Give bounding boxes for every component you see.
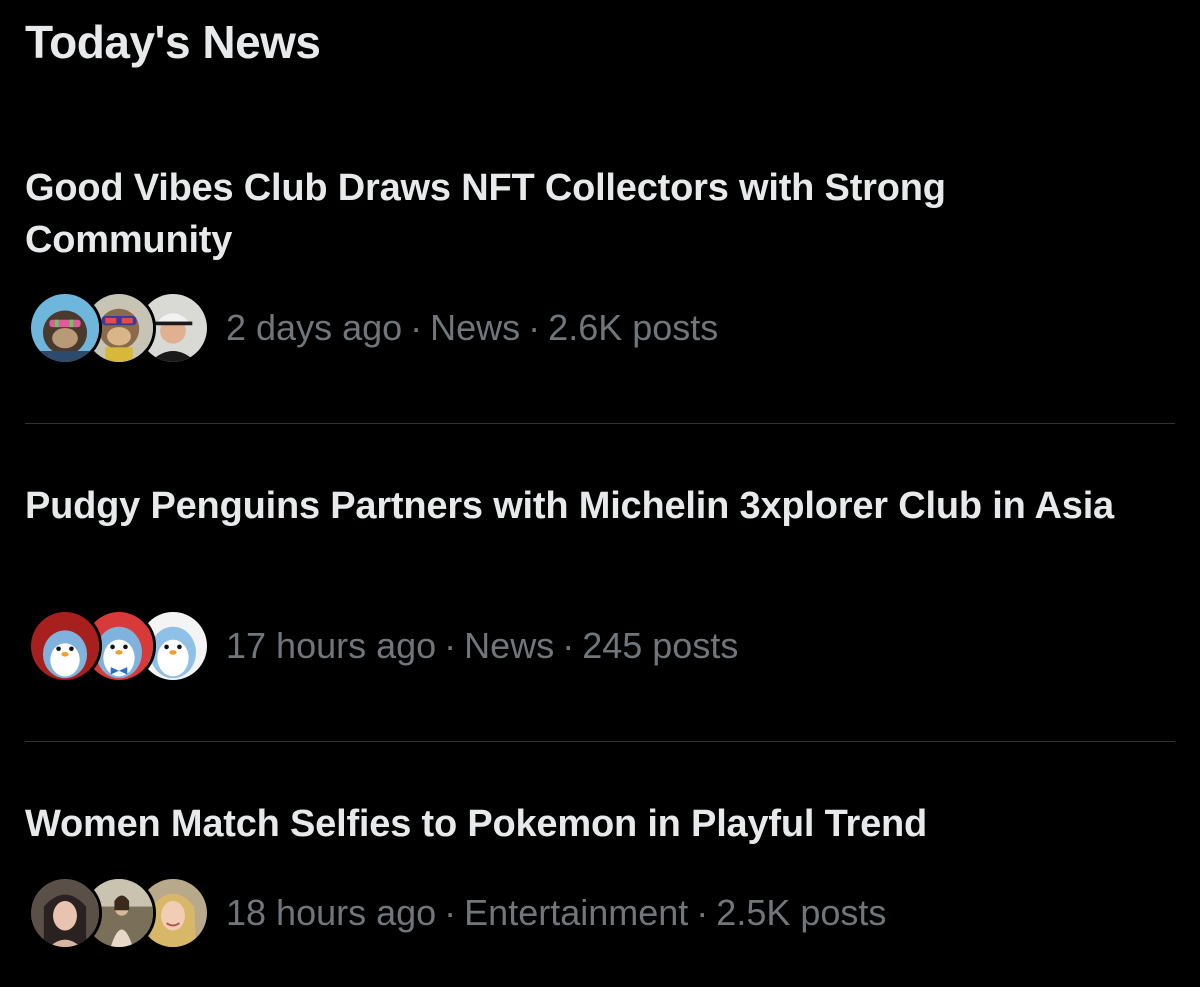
news-post-count: 245 posts [582, 625, 739, 666]
news-headline[interactable]: Women Match Selfies to Pokemon in Playfu… [25, 798, 1145, 850]
meta-separator: · [410, 307, 423, 348]
divider [25, 423, 1175, 424]
news-time: 17 hours ago [226, 625, 437, 666]
meta-separator: · [696, 892, 709, 933]
news-meta: 2 days ago · News · 2.6K posts [28, 291, 718, 365]
avatar-stack [28, 291, 210, 365]
avatar-stack [28, 609, 210, 683]
news-meta-text: 2 days ago · News · 2.6K posts [226, 307, 718, 349]
news-meta-text: 18 hours ago · Entertainment · 2.5K posts [226, 892, 886, 934]
meta-separator: · [444, 892, 457, 933]
news-headline[interactable]: Good Vibes Club Draws NFT Collectors wit… [25, 162, 1145, 266]
section-title: Today's News [25, 16, 321, 68]
news-time: 18 hours ago [226, 892, 437, 933]
woman-dark-hair-avatar [28, 876, 102, 950]
news-time: 2 days ago [226, 307, 403, 348]
news-category: Entertainment [464, 892, 689, 933]
news-post-count: 2.6K posts [548, 307, 719, 348]
news-meta-text: 17 hours ago · News · 245 posts [226, 625, 738, 667]
news-post-count: 2.5K posts [716, 892, 887, 933]
news-meta: 18 hours ago · Entertainment · 2.5K posts [28, 876, 886, 950]
divider [25, 741, 1175, 742]
news-headline[interactable]: Pudgy Penguins Partners with Michelin 3x… [25, 480, 1145, 532]
news-meta: 17 hours ago · News · 245 posts [28, 609, 738, 683]
ape-avatar [28, 291, 102, 365]
meta-separator: · [444, 625, 457, 666]
news-category: News [430, 307, 521, 348]
meta-separator: · [528, 307, 541, 348]
avatar-stack [28, 876, 210, 950]
news-category: News [464, 625, 555, 666]
meta-separator: · [562, 625, 575, 666]
penguin-red-avatar [28, 609, 102, 683]
